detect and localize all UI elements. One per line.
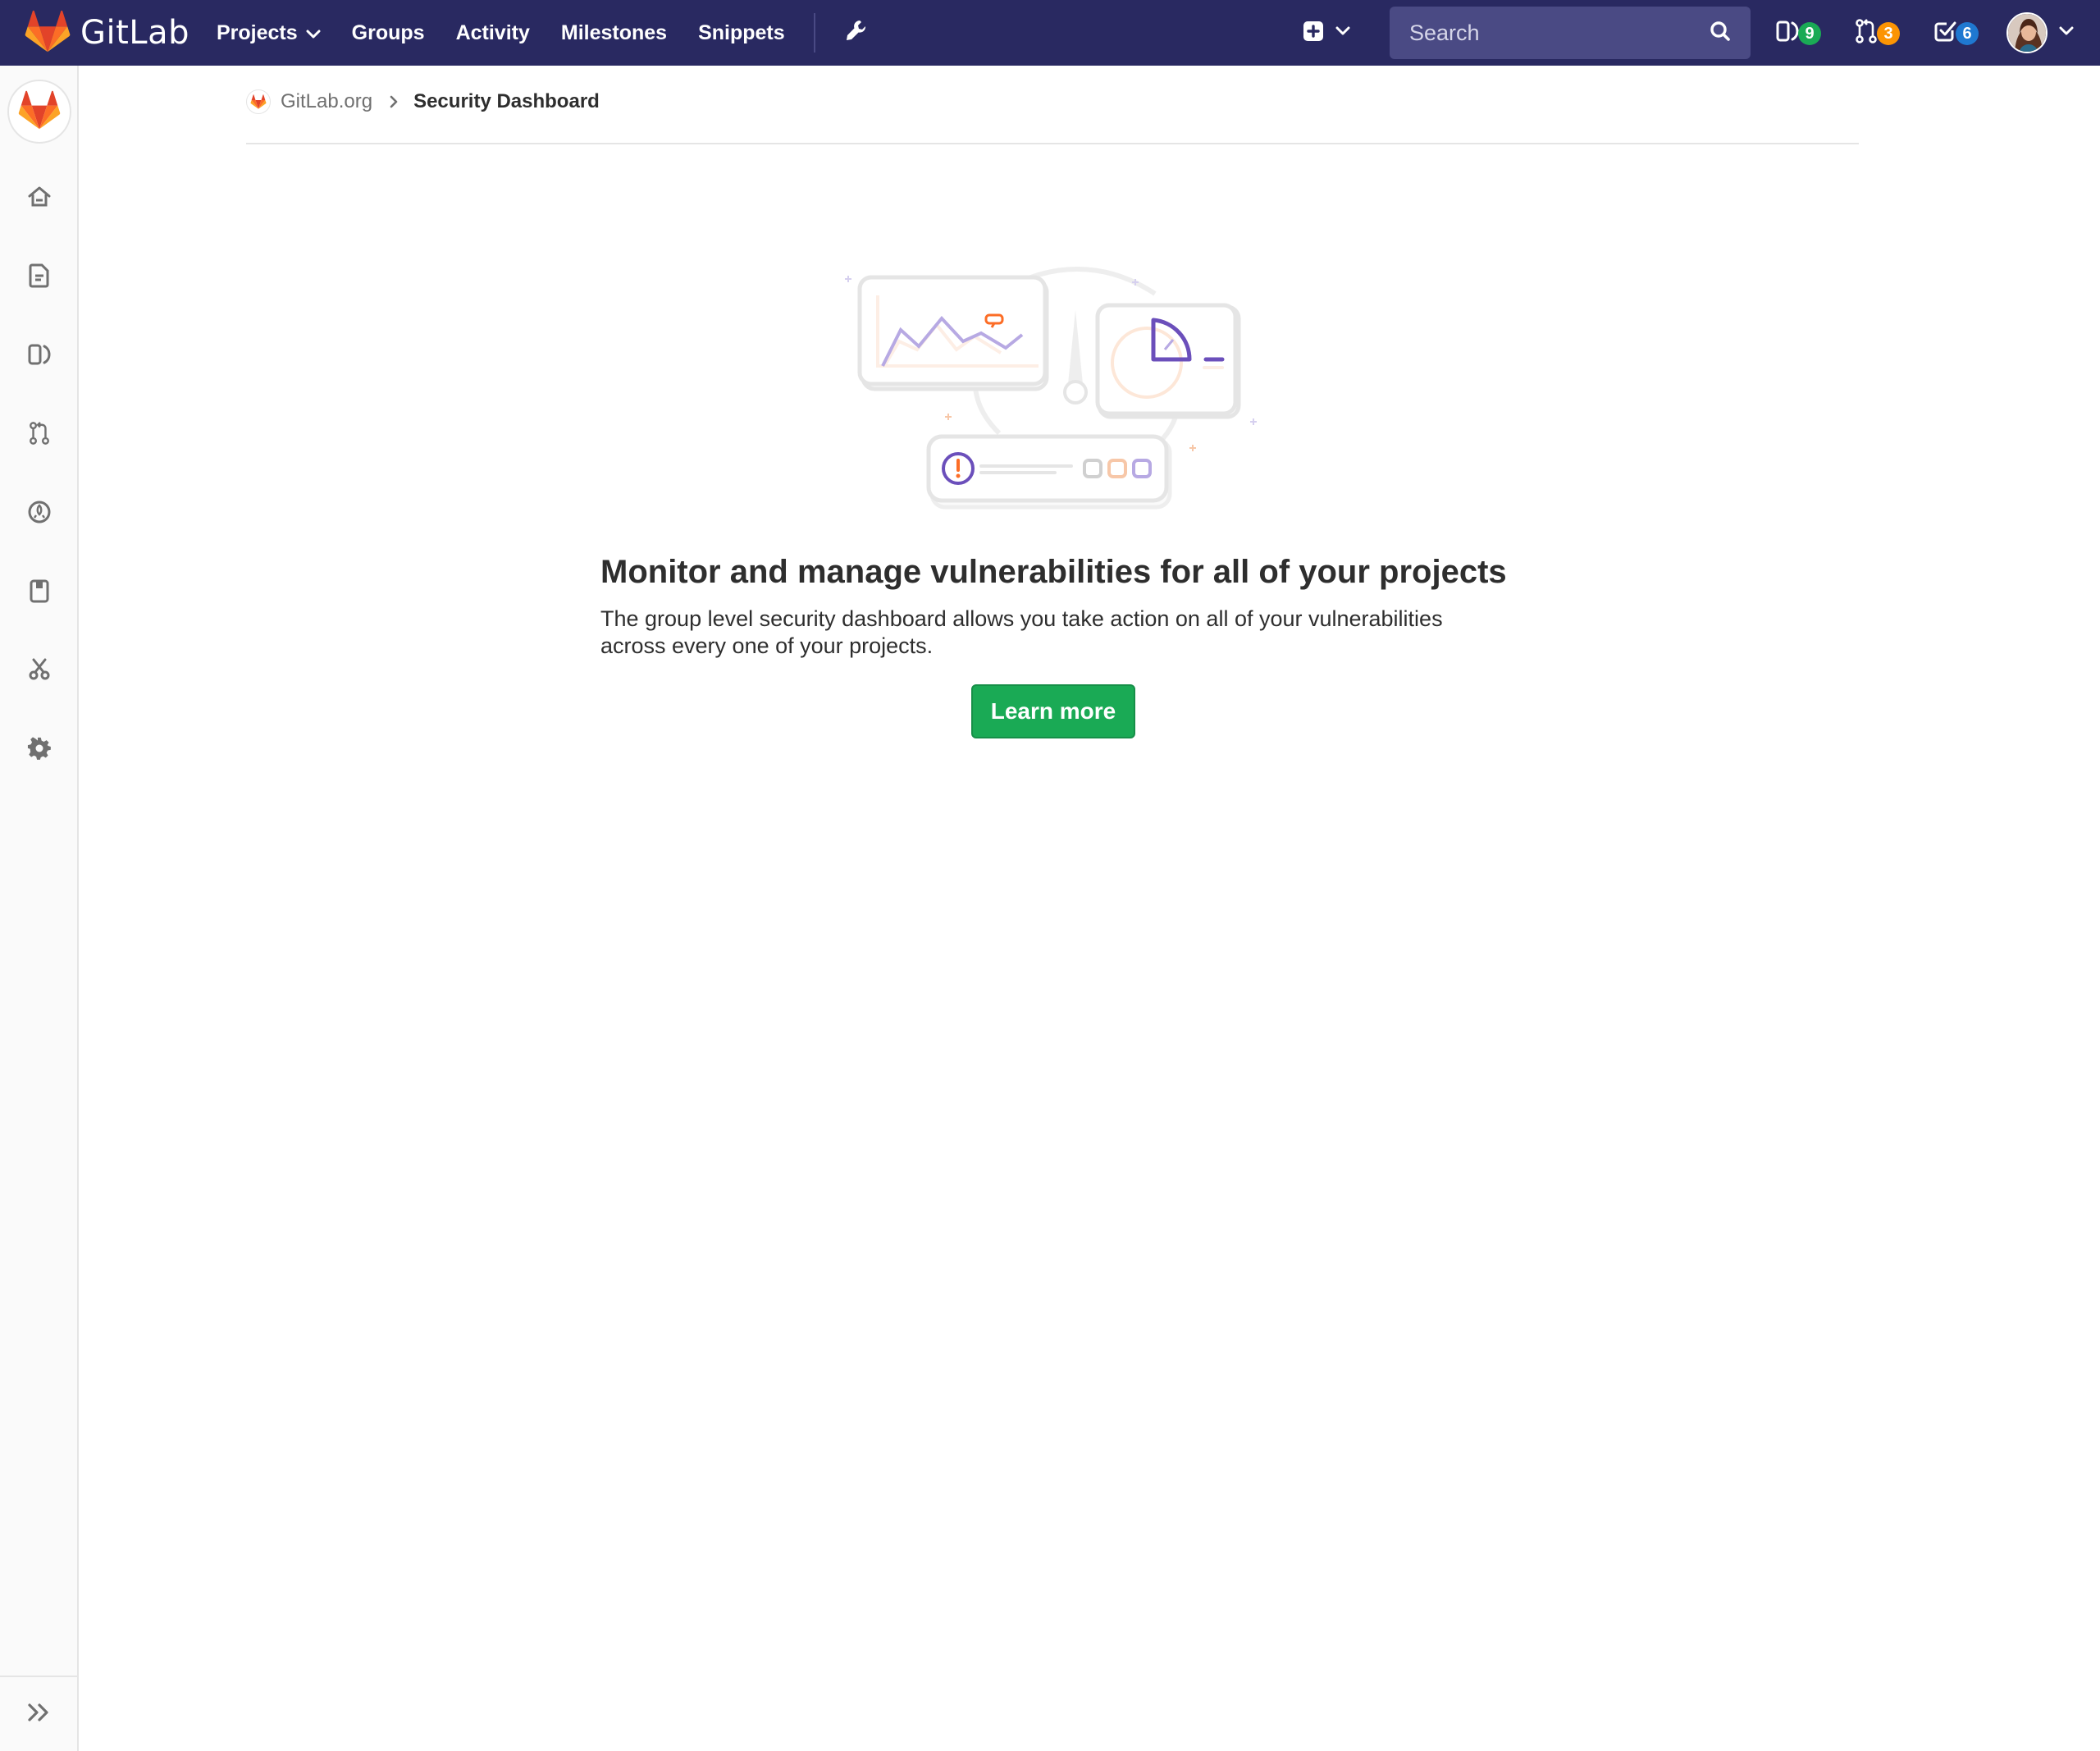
sidebar-item-issues[interactable] <box>0 327 79 385</box>
sidebar-item-contribution-analytics[interactable] <box>0 564 79 621</box>
empty-state-title: Monitor and manage vulnerabilities for a… <box>600 554 1507 590</box>
merge-request-icon <box>1854 18 1879 48</box>
avatar <box>2006 12 2048 53</box>
sidebar-item-security[interactable] <box>0 485 79 542</box>
nav-milestones[interactable]: Milestones <box>546 0 682 66</box>
issues-count-badge: 9 <box>1798 22 1821 45</box>
todos-counter[interactable]: 6 <box>1933 15 1979 51</box>
clipboard-icon <box>29 578 50 607</box>
group-avatar-link[interactable] <box>7 80 71 144</box>
issues-icon <box>1775 19 1800 48</box>
wrench-icon <box>845 19 866 48</box>
plus-square-icon <box>1303 21 1324 46</box>
nav-divider <box>813 13 815 53</box>
gear-icon <box>27 736 52 765</box>
sidebar-item-overview[interactable] <box>0 170 79 227</box>
nav-projects-label: Projects <box>217 21 298 44</box>
merge-request-icon <box>28 420 51 450</box>
breadcrumb-group-label: GitLab.org <box>281 90 373 112</box>
gitlab-home-link[interactable]: GitLab <box>25 10 189 56</box>
user-menu-dropdown[interactable] <box>2006 11 2074 54</box>
chevron-down-icon <box>306 21 321 45</box>
sidebar-item-merge-requests[interactable] <box>0 406 79 464</box>
todos-count-badge: 6 <box>1956 22 1979 45</box>
rocket-icon <box>27 500 52 528</box>
merge-requests-count-badge: 3 <box>1877 22 1900 45</box>
double-chevron-right-icon <box>27 1703 52 1726</box>
sidebar-item-epics[interactable] <box>0 249 79 306</box>
chevron-down-icon <box>2059 25 2074 40</box>
empty-state-description: The group level security dashboard allow… <box>600 606 1443 658</box>
doc-icon <box>29 263 50 292</box>
nav-activity[interactable]: Activity <box>441 0 546 66</box>
new-item-dropdown[interactable] <box>1303 15 1350 51</box>
search-box <box>1390 7 1751 59</box>
group-sidebar <box>0 66 79 1751</box>
security-dashboard-illustration <box>835 261 1265 515</box>
issues-counter[interactable]: 9 <box>1775 15 1821 51</box>
gitlab-logo-icon <box>25 10 71 57</box>
collapse-sidebar-button[interactable] <box>0 1676 79 1751</box>
todo-check-icon <box>1933 19 1957 48</box>
issues-icon <box>27 342 52 371</box>
home-icon <box>27 185 52 213</box>
search-input[interactable] <box>1409 20 1710 46</box>
nav-projects-dropdown[interactable]: Projects <box>201 0 336 66</box>
breadcrumb: GitLab.org Security Dashboard <box>246 80 1859 144</box>
learn-more-button[interactable]: Learn more <box>971 684 1135 738</box>
search-icon[interactable] <box>1710 21 1731 46</box>
page-title[interactable]: Security Dashboard <box>413 90 600 113</box>
scissors-icon <box>28 657 51 686</box>
gitlab-logo-icon <box>18 90 61 134</box>
nav-snippets[interactable]: Snippets <box>682 0 801 66</box>
sidebar-item-cycle-analytics[interactable] <box>0 642 79 700</box>
gitlab-logo-icon <box>246 89 271 114</box>
top-navbar: GitLab Projects Groups Activity Mileston… <box>0 0 2100 66</box>
merge-requests-counter[interactable]: 3 <box>1854 15 1900 51</box>
main-nav: Projects Groups Activity Milestones Snip… <box>201 0 879 66</box>
chevron-down-icon <box>1335 25 1350 40</box>
brand-name: GitLab <box>80 14 189 52</box>
chevron-right-icon <box>389 94 399 109</box>
sidebar-item-settings[interactable] <box>0 721 79 779</box>
nav-groups[interactable]: Groups <box>336 0 441 66</box>
admin-area-link[interactable] <box>832 0 879 66</box>
breadcrumb-group-link[interactable]: GitLab.org <box>246 89 372 114</box>
